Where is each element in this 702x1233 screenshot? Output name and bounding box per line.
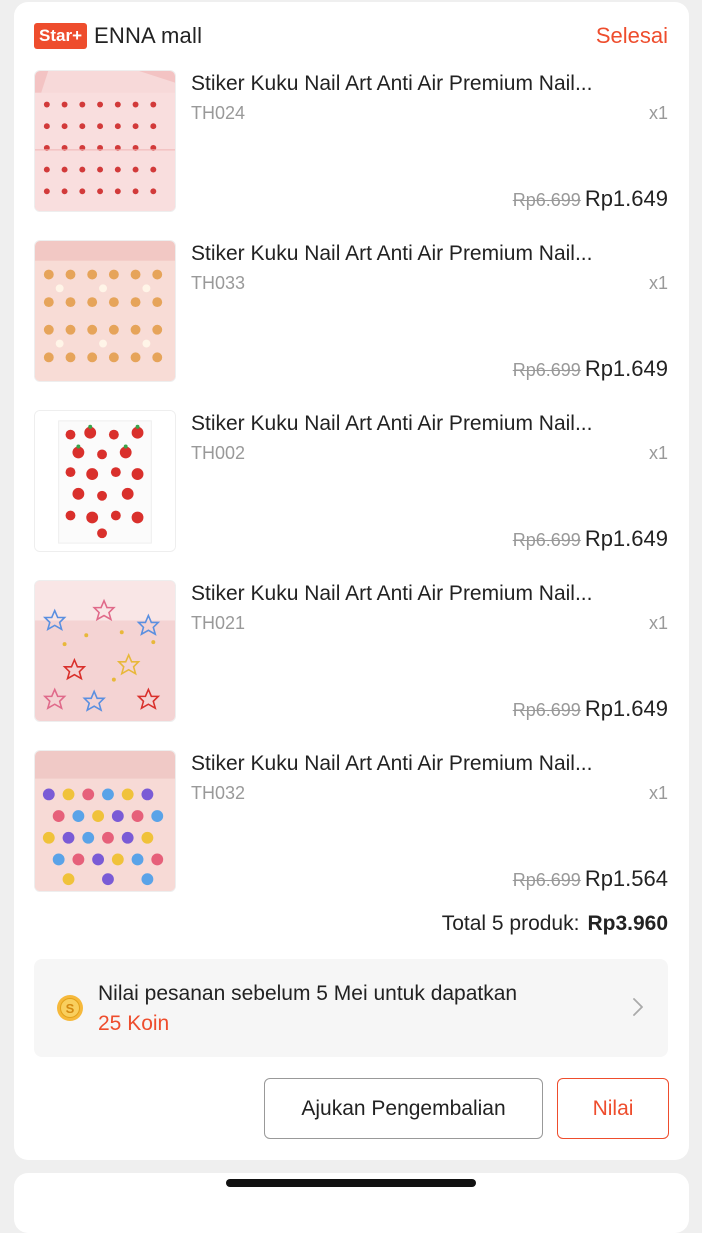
product-quantity: x1	[648, 783, 668, 803]
product-thumbnail[interactable]	[34, 70, 176, 212]
product-title[interactable]: Stiker Kuku Nail Art Anti Air Premium Na…	[191, 412, 661, 436]
product-thumbnail[interactable]	[34, 580, 176, 722]
product-quantity: x1	[648, 443, 668, 463]
price-row: Rp6.699 Rp1.649	[513, 696, 668, 722]
product-item[interactable]: Stiker Kuku Nail Art Anti Air Premium Na…	[34, 750, 668, 892]
rate-button[interactable]: Nilai	[557, 1078, 669, 1139]
product-quantity: x1	[648, 273, 668, 293]
price-row: Rp6.699 Rp1.564	[513, 866, 668, 892]
shop-name[interactable]: ENNA mall	[94, 23, 202, 49]
total-label: Total 5 produk:	[441, 912, 580, 935]
sale-price: Rp1.649	[584, 696, 668, 721]
product-title[interactable]: Stiker Kuku Nail Art Anti Air Premium Na…	[191, 242, 661, 266]
product-variant: TH033	[191, 273, 246, 293]
product-thumbnail[interactable]	[34, 750, 176, 892]
original-price: Rp6.699	[512, 190, 581, 210]
reward-prompt-text: Nilai pesanan sebelum 5 Mei untuk dapatk…	[98, 982, 518, 1005]
product-item[interactable]: Stiker Kuku Nail Art Anti Air Premium Na…	[34, 240, 668, 382]
product-thumbnail[interactable]	[34, 240, 176, 382]
sale-price: Rp1.649	[584, 526, 668, 551]
product-item[interactable]: Stiker Kuku Nail Art Anti Air Premium Na…	[34, 410, 668, 552]
original-price: Rp6.699	[512, 870, 581, 890]
home-indicator[interactable]	[226, 1179, 476, 1187]
product-item[interactable]: Stiker Kuku Nail Art Anti Air Premium Na…	[34, 70, 668, 212]
product-variant: TH024	[191, 103, 246, 123]
product-variant: TH021	[191, 613, 246, 633]
product-quantity: x1	[648, 613, 668, 633]
product-title[interactable]: Stiker Kuku Nail Art Anti Air Premium Na…	[191, 752, 661, 776]
sale-price: Rp1.564	[584, 866, 668, 891]
product-title[interactable]: Stiker Kuku Nail Art Anti Air Premium Na…	[191, 582, 661, 606]
star-plus-badge: Star+	[34, 23, 87, 49]
order-status: Selesai	[595, 23, 668, 48]
price-row: Rp6.699 Rp1.649	[513, 356, 668, 382]
coin-icon: S	[57, 995, 83, 1021]
chevron-right-icon	[633, 998, 643, 1016]
product-thumbnail[interactable]	[34, 410, 176, 552]
price-row: Rp6.699 Rp1.649	[513, 186, 668, 212]
original-price: Rp6.699	[512, 360, 581, 380]
svg-text:S: S	[66, 1001, 75, 1016]
rate-reward-banner[interactable]: S Nilai pesanan sebelum 5 Mei untuk dapa…	[34, 959, 668, 1057]
original-price: Rp6.699	[512, 530, 581, 550]
price-row: Rp6.699 Rp1.649	[513, 526, 668, 552]
reward-amount: 25 Koin	[98, 1012, 170, 1035]
product-quantity: x1	[648, 103, 668, 123]
product-variant: TH002	[191, 443, 246, 463]
product-item[interactable]: Stiker Kuku Nail Art Anti Air Premium Na…	[34, 580, 668, 722]
sale-price: Rp1.649	[584, 356, 668, 381]
original-price: Rp6.699	[512, 700, 581, 720]
request-return-button[interactable]: Ajukan Pengembalian	[264, 1078, 543, 1139]
product-title[interactable]: Stiker Kuku Nail Art Anti Air Premium Na…	[191, 72, 661, 96]
sale-price: Rp1.649	[584, 186, 668, 211]
product-variant: TH032	[191, 783, 246, 803]
order-total: Total 5 produk: Rp3.960	[442, 912, 668, 936]
total-value: Rp3.960	[587, 912, 668, 935]
shop-header[interactable]: Star+ ENNA mall Selesai	[34, 20, 668, 52]
